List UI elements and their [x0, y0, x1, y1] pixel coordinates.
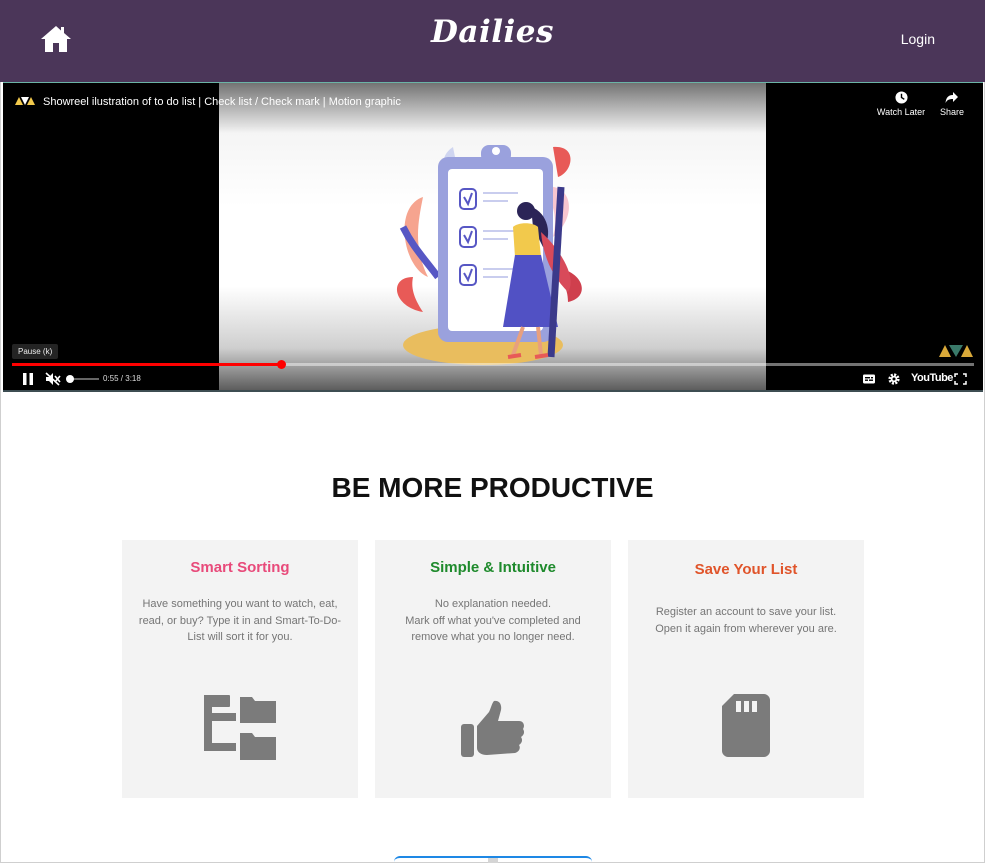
- login-link[interactable]: Login: [901, 31, 935, 47]
- clock-icon: [894, 91, 908, 104]
- card-description-line: Mark off what you've completed and: [405, 614, 581, 627]
- gear-icon[interactable]: [887, 372, 901, 386]
- sd-card-icon: [722, 694, 770, 757]
- card-description-line: Open it again from wherever you are.: [655, 622, 837, 635]
- channel-logo-icon[interactable]: [15, 97, 35, 105]
- video-progress-bar[interactable]: [12, 360, 974, 369]
- card-title: Smart Sorting: [190, 559, 290, 576]
- youtube-logo[interactable]: YouTube: [911, 372, 953, 384]
- video-time: 0:55 / 3:18: [103, 374, 141, 383]
- video-top-gradient: [3, 83, 983, 133]
- video-player[interactable]: Showreel ilustration of to do list | Che…: [3, 82, 983, 392]
- card-description: No explanation needed. Mark off what you…: [389, 596, 597, 646]
- ava-watermark-icon: [939, 345, 973, 357]
- card-description-line: read, or buy? Type it in and Smart-To-Do…: [138, 614, 342, 627]
- card-description-line: Register an account to save your list.: [655, 606, 837, 618]
- section-heading: BE MORE PRODUCTIVE: [331, 472, 654, 503]
- share-label: Share: [939, 107, 965, 117]
- feature-card-save-your-list: Save Your List Register an account to sa…: [628, 540, 864, 798]
- watch-later-label: Watch Later: [876, 107, 926, 117]
- folder-tree-icon: [204, 695, 276, 760]
- feature-card-smart-sorting: Smart Sorting Have something you want to…: [122, 540, 358, 798]
- card-title: Save Your List: [694, 561, 798, 578]
- brand-logo[interactable]: Dailies: [0, 14, 985, 50]
- share-button[interactable]: Share: [935, 91, 969, 117]
- muted-speaker-icon[interactable]: [45, 372, 61, 386]
- card-description-line: List will sort it for you.: [187, 631, 293, 643]
- card-title: Simple & Intuitive: [430, 559, 556, 576]
- share-arrow-icon: [945, 92, 958, 103]
- card-description: Have something you want to watch, eat, r…: [136, 596, 344, 646]
- watch-later-button[interactable]: Watch Later: [875, 91, 927, 117]
- scroll-indicator: [488, 858, 498, 863]
- thumbs-up-icon: [461, 700, 525, 757]
- pause-tooltip: Pause (k): [12, 344, 59, 359]
- site-header: Dailies Login: [0, 0, 985, 82]
- video-progress-fill: [12, 363, 282, 366]
- subtitles-icon[interactable]: [862, 372, 876, 386]
- card-description: Register an account to save your list. O…: [642, 604, 850, 637]
- volume-handle[interactable]: [66, 375, 74, 383]
- card-description-line: No explanation needed.: [434, 598, 552, 610]
- card-description-line: Have something you want to watch, eat,: [142, 598, 338, 610]
- feature-card-simple-intuitive: Simple & Intuitive No explanation needed…: [375, 540, 611, 798]
- card-description-line: remove what you no longer need.: [411, 631, 575, 643]
- fullscreen-icon[interactable]: [954, 372, 967, 386]
- video-title[interactable]: Showreel ilustration of to do list | Che…: [43, 96, 401, 108]
- pause-icon[interactable]: [21, 372, 35, 386]
- todo-list-illustration: [396, 145, 582, 365]
